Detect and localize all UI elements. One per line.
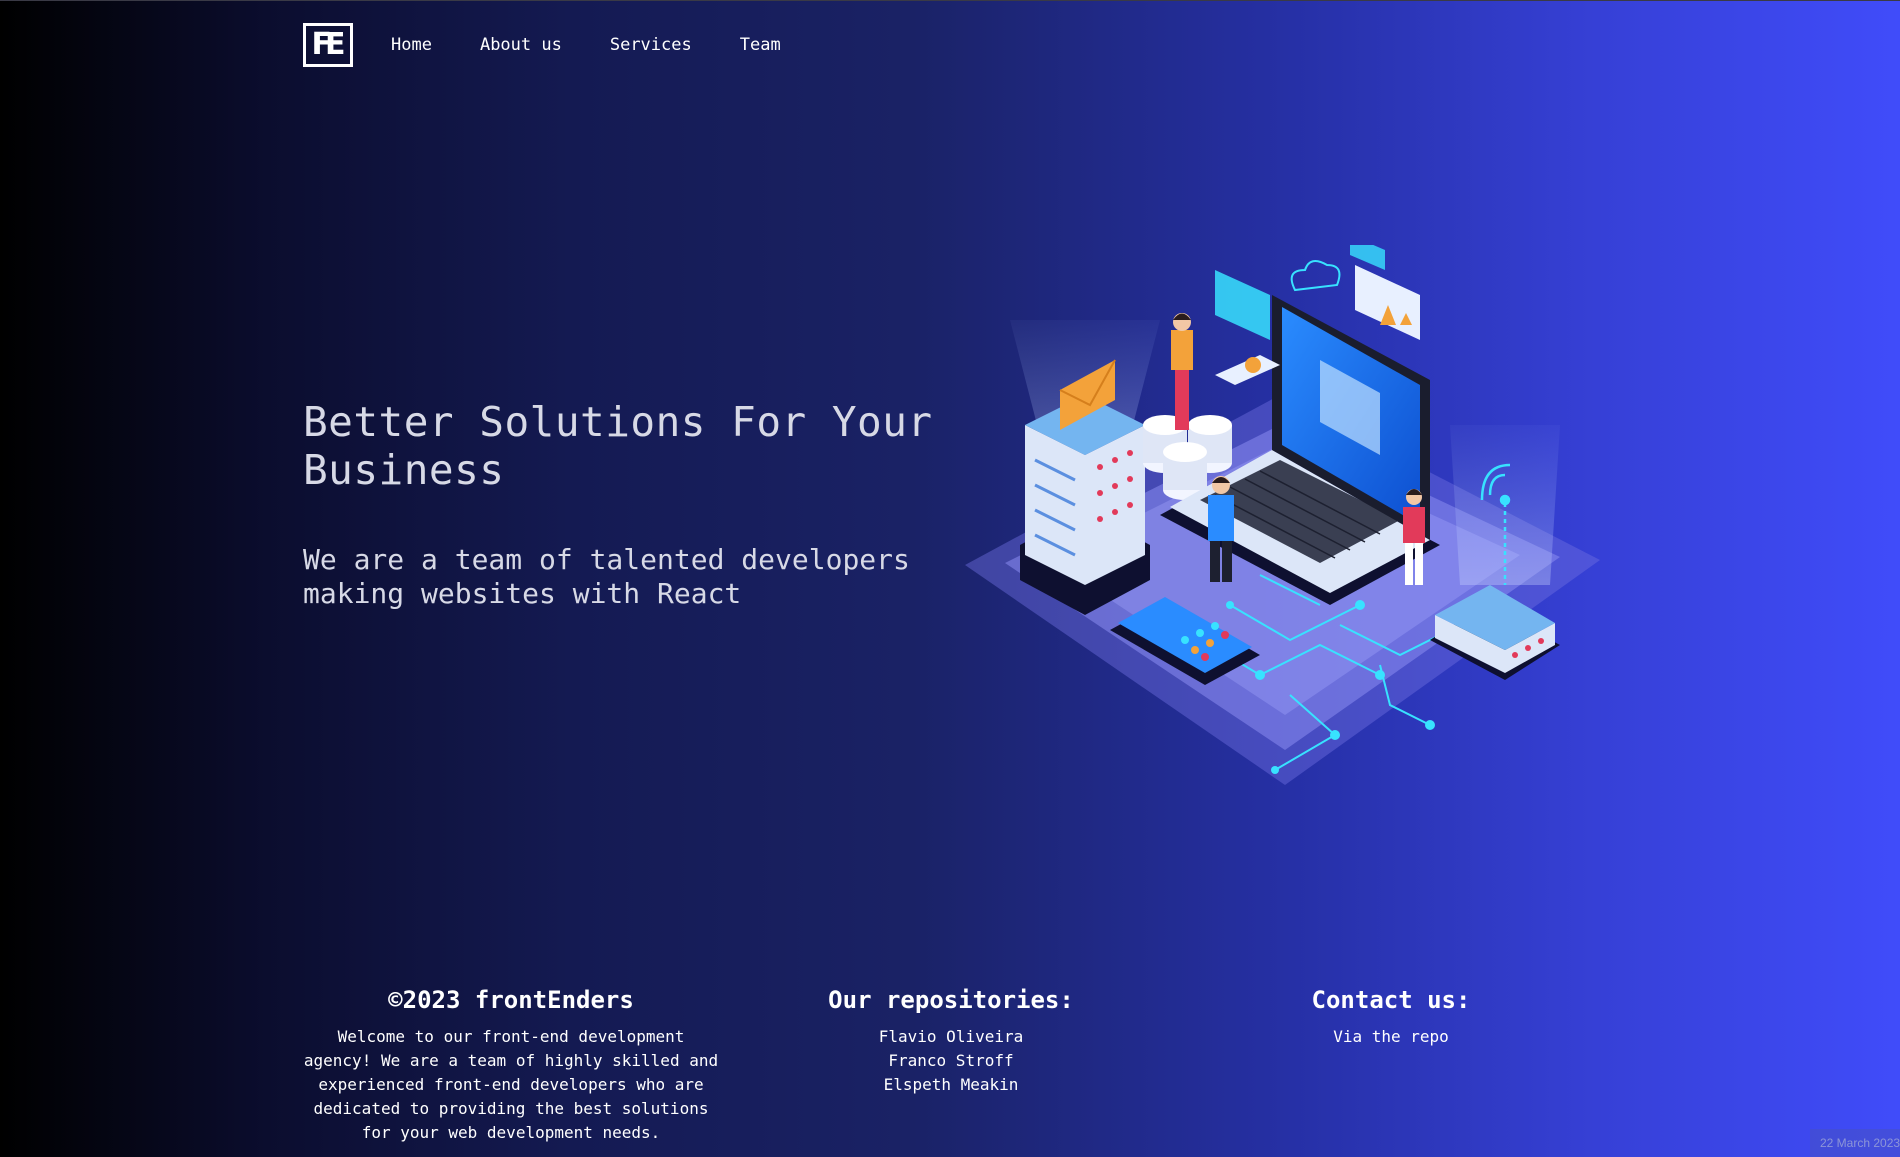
footer-copyright-title: ©2023 frontEnders <box>388 986 634 1014</box>
repo-link-elspeth-meakin[interactable]: Elspeth Meakin <box>810 1073 1092 1097</box>
footer-repositories: Our repositories: Flavio Oliveira Franco… <box>810 983 1092 1097</box>
footer-about: ©2023 frontEnders Welcome to our front-e… <box>303 983 719 1145</box>
top-nav: FE Home About us Services Team <box>303 22 829 68</box>
hero-illustration <box>965 245 1600 785</box>
footer-about-text: Welcome to our front-end development age… <box>303 1027 719 1142</box>
nav-link-services[interactable]: Services <box>610 35 692 55</box>
logo-text: FE <box>311 27 346 62</box>
top-border <box>0 0 1900 1</box>
fe-logo[interactable]: FE <box>303 23 353 67</box>
datestamp-overlay: 22 March 2023 <box>1810 1129 1900 1157</box>
nav-link-team[interactable]: Team <box>740 35 781 55</box>
nav-link-about-us[interactable]: About us <box>480 35 562 55</box>
footer-contact: Contact us: Via the repo <box>1290 983 1492 1049</box>
nav-links: Home About us Services Team <box>391 35 829 55</box>
hero-subtitle: We are a team of talented developers mak… <box>303 543 910 610</box>
contact-link-repo[interactable]: Via the repo <box>1290 1025 1492 1049</box>
repo-link-franco-stroff[interactable]: Franco Stroff <box>810 1049 1092 1073</box>
nav-link-home[interactable]: Home <box>391 35 432 55</box>
server-rack-left <box>1020 395 1150 615</box>
repo-link-flavio-oliveira[interactable]: Flavio Oliveira <box>810 1025 1092 1049</box>
hero-title: Better Solutions For Your Business <box>303 398 933 494</box>
person-woman-top <box>1171 313 1193 430</box>
footer-repositories-title: Our repositories: <box>828 986 1074 1014</box>
footer-contact-title: Contact us: <box>1311 986 1471 1014</box>
